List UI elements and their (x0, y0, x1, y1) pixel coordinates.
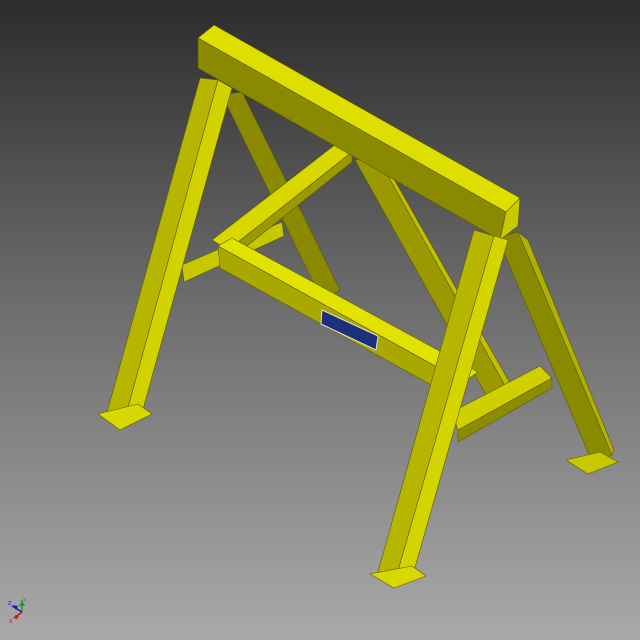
z-axis-label: Z (8, 601, 12, 607)
sawhorse-model (97, 24, 619, 589)
upper-diagonal-brace-side (227, 151, 353, 259)
x-axis-arrow (15, 615, 19, 620)
axis-triad: Y Z X (8, 598, 27, 625)
left-front-foot (97, 403, 153, 431)
x-axis-label: X (9, 619, 13, 625)
y-axis-label: Y (22, 598, 27, 604)
right-front-foot (369, 565, 427, 589)
3d-viewport[interactable] (0, 0, 640, 640)
back-right-leg (497, 231, 613, 463)
back-right-leg-face (517, 231, 615, 456)
left-front-leg-front (105, 77, 219, 423)
